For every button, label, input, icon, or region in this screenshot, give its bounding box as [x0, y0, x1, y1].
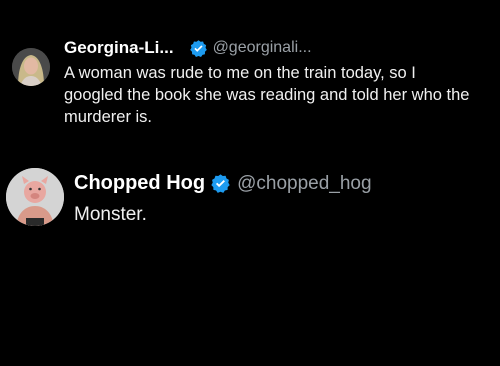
display-name[interactable]: Chopped Hog	[74, 172, 205, 195]
user-handle[interactable]: @georginali...	[213, 39, 312, 57]
woman-profile-icon	[12, 48, 50, 86]
verified-badge-icon	[189, 39, 208, 58]
tweet-header: Georgina-Li... @georginali...	[64, 38, 474, 58]
tweet-reply[interactable]: Chopped Hog @chopped_hog Monster.	[6, 168, 486, 227]
tweet-original[interactable]: Georgina-Li... @georginali... A woman wa…	[12, 38, 482, 128]
display-name[interactable]: Georgina-Li...	[64, 38, 174, 58]
tweet-header: Chopped Hog @chopped_hog	[74, 172, 372, 195]
tweet-text: A woman was rude to me on the train toda…	[64, 64, 470, 126]
tweet-text: Monster.	[74, 204, 147, 225]
user-handle[interactable]: @chopped_hog	[237, 173, 371, 195]
verified-badge-icon	[210, 173, 231, 194]
pig-mask-profile-icon	[6, 168, 64, 226]
avatar-georgina[interactable]	[12, 48, 50, 86]
avatar-chopped-hog[interactable]	[6, 168, 64, 226]
